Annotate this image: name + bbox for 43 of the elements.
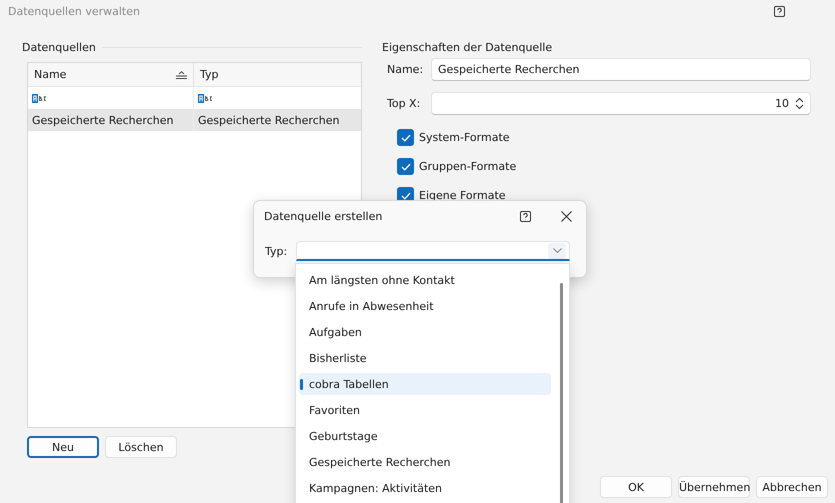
number-field[interactable]: 10 (431, 92, 811, 115)
checkbox-label: Eigene Formate (419, 189, 506, 202)
delete-button[interactable]: Löschen (105, 436, 177, 458)
checkmark-icon (400, 134, 410, 142)
checkbox[interactable] (397, 129, 414, 146)
dropdown-option[interactable]: Kampagnen: Aktivitäten (299, 477, 551, 499)
checkmark-icon (400, 162, 410, 170)
table-cell[interactable]: Gespeicherte Recherchen (28, 109, 194, 131)
close-icon[interactable] (561, 210, 572, 222)
sort-icon (176, 70, 187, 78)
checkbox-label: Gruppen-Formate (419, 160, 516, 173)
field-label: Typ: (265, 245, 288, 258)
column-header[interactable]: Typ (194, 63, 361, 87)
table-cell[interactable]: Gespeicherte Recherchen (194, 109, 361, 131)
dropdown-option[interactable]: Gespeicherte Recherchen (299, 451, 551, 473)
group-title: Eigenschaften der Datenquelle (382, 40, 552, 54)
type-dropdown[interactable] (296, 241, 570, 261)
dialog-button[interactable]: Übernehmen (678, 476, 750, 498)
dropdown-option[interactable]: Am längsten ohne Kontakt (299, 269, 551, 291)
dialog-button[interactable]: Abbrechen (756, 476, 828, 498)
name-field[interactable]: Gespeicherte Recherchen (431, 58, 811, 81)
text-type-icon (32, 94, 47, 102)
new-button[interactable]: Neu (27, 436, 99, 458)
dropdown-option[interactable]: cobra Tabellen (299, 373, 551, 395)
column-header[interactable]: Name (28, 63, 194, 87)
dropdown-option[interactable]: Favoriten (299, 399, 551, 421)
help-icon[interactable] (774, 6, 785, 16)
checkbox-label: System-Formate (419, 131, 510, 144)
field-label: Top X: (386, 97, 422, 110)
dropdown-option[interactable]: Aufgaben (299, 321, 551, 343)
help-icon[interactable] (520, 210, 531, 222)
dropdown-option[interactable]: Bisherliste (299, 347, 551, 369)
checkbox[interactable] (397, 158, 414, 175)
spinner-icon[interactable] (795, 97, 804, 110)
dialog-title: Datenquelle erstellen (264, 210, 384, 222)
dropdown-option[interactable]: Geburtstage (299, 425, 551, 447)
group-title: Datenquellen (22, 40, 96, 54)
window-title: Datenquellen verwalten (8, 4, 140, 18)
field-label: Name: (386, 63, 424, 76)
chevron-icon[interactable] (548, 242, 566, 258)
text-type-icon (198, 94, 213, 102)
dialog-button[interactable]: OK (600, 476, 672, 498)
dropdown-option[interactable]: Anrufe in Abwesenheit (299, 295, 551, 317)
